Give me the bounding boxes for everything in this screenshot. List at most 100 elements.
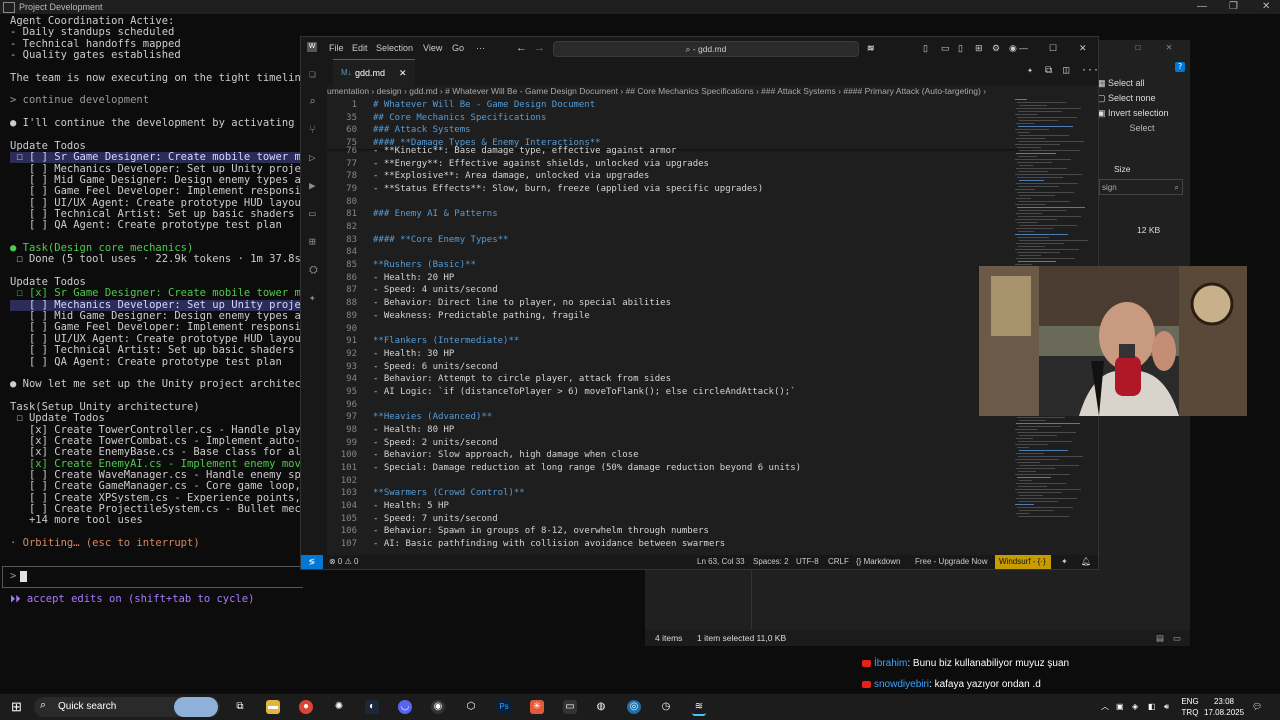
windsurf-icon[interactable]: ≋	[867, 37, 875, 59]
windsurf-chat-icon[interactable]: ✦	[309, 292, 319, 303]
column-size-header[interactable]: Size	[1114, 164, 1131, 174]
tray-app-icon[interactable]: ◧	[1148, 701, 1156, 712]
extensions-icon[interactable]: ⊞	[309, 236, 319, 247]
code-line[interactable]: - Speed: 4 units/second	[373, 284, 498, 297]
more-actions-icon[interactable]: ···	[1081, 65, 1099, 76]
open-preview-icon[interactable]: ⧉	[1045, 65, 1052, 76]
windsurf-status[interactable]: Windsurf - {·}	[995, 555, 1051, 569]
upgrade-link[interactable]: Free - Upgrade Now	[915, 555, 987, 569]
line-ending[interactable]: CRLF	[828, 555, 849, 569]
code-line[interactable]: ### Enemy AI & Patterns	[373, 208, 498, 221]
select-none-button[interactable]: ▢ Select none	[1097, 91, 1187, 106]
chrome-app-icon[interactable]: ●	[299, 700, 313, 714]
code-line[interactable]: - AI: Basic pathfinding with collision a…	[373, 538, 725, 551]
source-control-icon[interactable]: ⑂	[309, 124, 319, 135]
code-editor[interactable]: 1 # Whatever Will Be - Game Design Docume…	[327, 99, 1032, 554]
explorer-search[interactable]: sign ⌕	[1099, 179, 1183, 195]
toggle-secondary-sidebar-icon[interactable]: ▯	[958, 37, 963, 59]
toggle-panel-icon[interactable]: ▭	[941, 37, 950, 59]
code-line[interactable]: **Heavies (Advanced)**	[373, 411, 492, 424]
volume-icon[interactable]: 🔊︎	[1164, 701, 1169, 712]
maximize-icon[interactable]: ☐	[1049, 37, 1057, 59]
taskbar-search[interactable]: ⌕ Quick search	[34, 697, 220, 717]
help-icon[interactable]: ?	[1175, 62, 1185, 72]
code-line[interactable]: - Speed: 2 units/second	[373, 437, 498, 450]
forward-arrow-icon[interactable]: →	[534, 37, 545, 59]
code-line[interactable]: - Behavior: Slow approach, high damage w…	[373, 449, 639, 462]
code-line[interactable]: - Weakness: Predictable pathing, fragile	[373, 310, 590, 323]
problems-count[interactable]: ⊗ 0 ⚠ 0	[329, 555, 358, 569]
discord-app-icon[interactable]: ◡	[398, 700, 412, 714]
terminal-input[interactable]	[2, 566, 303, 588]
input-language[interactable]: ENG TRQ	[1179, 696, 1201, 718]
remote-explorer-icon[interactable]: ▭	[309, 208, 319, 219]
code-line[interactable]: - Health: 30 HP	[373, 348, 454, 361]
explorer-icon[interactable]: ❏	[309, 68, 319, 79]
code-line[interactable]: - Health: 20 HP	[373, 272, 454, 285]
code-line[interactable]: - **Status Effects**: Slow, burn, freeze…	[373, 183, 763, 196]
invert-selection-button[interactable]: ▣ Invert selection	[1097, 106, 1187, 121]
show-hidden-icons-icon[interactable]: ︿	[1101, 701, 1109, 712]
code-line[interactable]: - AI Logic: `if (distanceToPlayer > 6) m…	[373, 386, 796, 399]
clock[interactable]: 23:08 17.08.2025	[1204, 696, 1244, 718]
terminal-app-icon[interactable]: ▭	[563, 700, 577, 714]
code-line[interactable]: - **Energy**: Effective against shields,…	[373, 158, 709, 171]
minimize-icon[interactable]: —	[1197, 0, 1207, 14]
run-debug-icon[interactable]: ▷	[309, 152, 319, 163]
search-icon[interactable]: ⌕	[309, 96, 319, 107]
browser-app-icon[interactable]: ◎	[627, 700, 641, 714]
select-all-button[interactable]: ▦ Select all	[1097, 76, 1187, 91]
docker-icon[interactable]: ⛭	[309, 264, 319, 275]
encoding[interactable]: UTF-8	[796, 555, 819, 569]
code-line[interactable]: **Swarmers (Crowd Control)**	[373, 487, 525, 500]
code-line[interactable]: #### **Core Enemy Types**	[373, 234, 508, 247]
obs-app-icon[interactable]: ◍	[594, 700, 608, 714]
menu-edit[interactable]: Edit	[352, 37, 368, 59]
menu-selection[interactable]: Selection	[376, 37, 413, 59]
code-line[interactable]: - Health: 5 HP	[373, 500, 449, 513]
command-center-search[interactable]: ⌕ - gdd.md	[553, 41, 859, 57]
openai-app-icon[interactable]: ✺	[332, 700, 346, 714]
notification-center-icon[interactable]: 💬︎	[1252, 701, 1262, 712]
code-line[interactable]: **Flankers (Intermediate)**	[373, 335, 519, 348]
code-line[interactable]: - **Explosive**: Area damage, unlocked v…	[373, 170, 649, 183]
code-line[interactable]: - Special: Damage reduction at long rang…	[373, 462, 801, 475]
menu-view[interactable]: View	[423, 37, 442, 59]
clock-app-icon[interactable]: ◷	[659, 700, 673, 714]
sticky-header-line[interactable]: ### Attack Systems	[373, 124, 471, 137]
code-line[interactable]: - Speed: 7 units/second	[373, 513, 498, 526]
code-line[interactable]: - Speed: 6 units/second	[373, 361, 498, 374]
tab-gdd-md[interactable]: M↓ gdd.md ✕	[333, 59, 415, 85]
settings-gear-icon[interactable]: ⚙	[992, 37, 1000, 59]
close-tab-icon[interactable]: ✕	[399, 60, 407, 86]
account-icon[interactable]: ◉	[1009, 37, 1017, 59]
language-mode[interactable]: {} Markdown	[856, 555, 900, 569]
indentation[interactable]: Spaces: 2	[753, 555, 789, 569]
back-arrow-icon[interactable]: ←	[516, 37, 527, 59]
close-icon[interactable]: ✕	[1079, 37, 1087, 59]
remote-indicator-icon[interactable]: ≶	[301, 555, 323, 569]
menu-file[interactable]: File	[329, 37, 344, 59]
code-line[interactable]: - Behavior: Spawn in groups of 8-12, ove…	[373, 525, 709, 538]
github-app-icon[interactable]: ◉	[431, 700, 445, 714]
maximize-icon[interactable]: ❐	[1229, 0, 1238, 14]
menu-more[interactable]: ···	[476, 37, 485, 59]
run-icon[interactable]: ▶	[309, 180, 319, 191]
windsurf-app-icon[interactable]: ≋	[692, 700, 706, 716]
menu-go[interactable]: Go	[452, 37, 464, 59]
close-icon[interactable]: ✕	[1166, 42, 1172, 53]
ai-sparkle-icon[interactable]: ✦	[1027, 65, 1033, 76]
claude-app-icon[interactable]: ✳	[530, 700, 544, 714]
maximize-icon[interactable]: ☐	[1135, 42, 1141, 53]
cursor-position[interactable]: Ln 63, Col 33	[697, 555, 745, 569]
steam-app-icon[interactable]: ◐	[365, 700, 379, 714]
sticky-header-line[interactable]: ## Core Mechanics Specifications	[373, 112, 546, 125]
code-line[interactable]: - Behavior: Attempt to circle player, at…	[373, 373, 671, 386]
code-line[interactable]: - Behavior: Direct line to player, no sp…	[373, 297, 671, 310]
photoshop-app-icon[interactable]: Ps	[497, 700, 511, 714]
breadcrumb[interactable]: umentation › design › gdd.md › # Whateve…	[327, 85, 1098, 97]
close-icon[interactable]: ✕	[1262, 0, 1270, 14]
code-line[interactable]: - **Kinetic**: Base damage type, effecti…	[373, 145, 676, 158]
code-line[interactable]: **Rushers (Basic)**	[373, 259, 476, 272]
code-line[interactable]: - Health: 80 HP	[373, 424, 454, 437]
